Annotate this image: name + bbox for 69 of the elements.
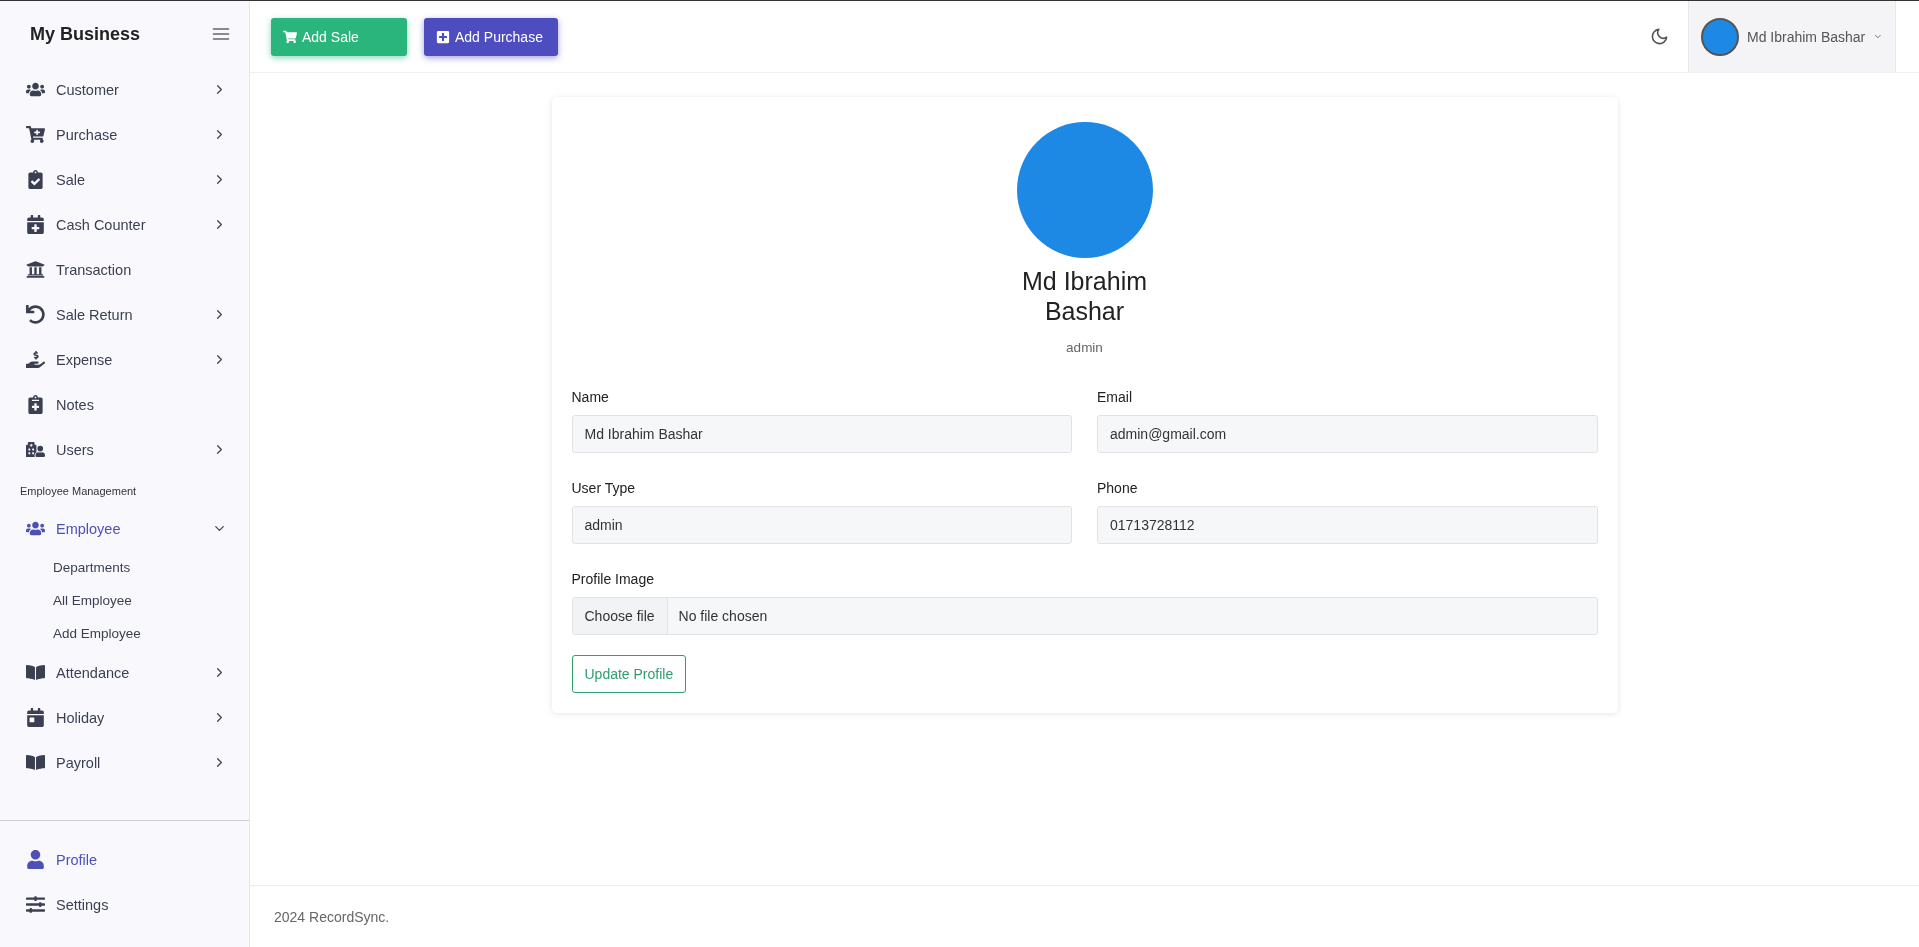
field-label: Name <box>571 389 610 405</box>
sidebar-item[interactable]: Sale Return <box>0 292 249 337</box>
user-menu[interactable]: Md Ibrahim Bashar <box>1688 1 1896 72</box>
update-profile-button[interactable]: Update Profile <box>571 655 687 693</box>
sidebar-item[interactable]: Settings <box>0 882 249 927</box>
sidebar-item[interactable]: Attendance <box>0 650 249 695</box>
users-icon <box>24 519 46 538</box>
input-field[interactable]: admin@gmail.com <box>1097 415 1598 453</box>
choose-file-button[interactable]: Choose file <box>572 598 668 634</box>
sidebar-item[interactable]: Expense <box>0 337 249 382</box>
hand-dollar-icon <box>24 350 46 369</box>
input-field[interactable]: 01713728112 <box>1097 506 1598 544</box>
sidebar-item-label: Sale <box>56 171 87 188</box>
footer-text: 2024 RecordSync. <box>274 908 390 925</box>
input-field[interactable]: Md Ibrahim Bashar <box>571 415 1072 453</box>
sidebar-item-label: Sale Return <box>56 306 134 323</box>
sidebar-item[interactable]: Sale <box>0 157 249 202</box>
sidebar-item-label: Purchase <box>56 126 119 143</box>
file-input[interactable]: Choose file No file chosen <box>571 597 1598 635</box>
sidebar-item-label: Attendance <box>56 664 131 681</box>
sidebar-item-label: Transaction <box>56 261 133 278</box>
field-label: Email <box>1097 389 1133 405</box>
cart-icon <box>283 29 297 44</box>
profile-name: Md Ibrahim Bashar <box>1020 266 1148 326</box>
sidebar-item-label: Expense <box>56 351 114 368</box>
sidebar-item-label: Holiday <box>56 709 106 726</box>
sidebar-item-label: Users <box>56 441 95 458</box>
brand-title: My Business <box>30 23 141 45</box>
field-label: Phone <box>1097 480 1139 496</box>
sidebar-item[interactable]: Profile <box>0 837 249 882</box>
avatar-placeholder <box>1701 17 1739 56</box>
sidebar-item-label: Employee <box>56 520 122 537</box>
sidebar-item[interactable]: Transaction <box>0 247 249 292</box>
book-icon <box>24 753 46 772</box>
sliders-icon <box>24 895 46 914</box>
field-label: User Type <box>571 480 637 496</box>
file-status: No file chosen <box>677 607 769 626</box>
submenu-item[interactable]: Add Employee <box>0 617 249 650</box>
add-purchase-button[interactable]: Add Purchase <box>424 17 558 56</box>
profile-role: admin <box>1066 340 1103 355</box>
user-icon <box>24 850 46 869</box>
sidebar-item[interactable]: Users <box>0 427 249 472</box>
sidebar-item[interactable]: Notes <box>0 382 249 427</box>
undo-icon <box>24 305 46 324</box>
sidebar-item[interactable]: Payroll <box>0 740 249 785</box>
building-user-icon <box>24 440 46 459</box>
sidebar-item-label: Customer <box>56 81 120 98</box>
submenu-item[interactable]: Departments <box>0 551 249 584</box>
sidebar-item-label: Cash Counter <box>56 216 147 233</box>
bank-icon <box>24 260 46 279</box>
section-heading: Employee Management <box>19 484 138 499</box>
submenu-item[interactable]: All Employee <box>0 584 249 617</box>
sidebar-item[interactable]: Holiday <box>0 695 249 740</box>
input-field[interactable]: admin <box>571 506 1072 544</box>
sidebar-item[interactable]: Purchase <box>0 112 249 157</box>
users-icon <box>24 80 46 99</box>
sidebar-item-label: Notes <box>56 396 95 413</box>
sidebar-item-label: Payroll <box>56 754 102 771</box>
cart-plus-icon <box>24 125 46 144</box>
field-label: Profile Image <box>571 571 655 587</box>
sidebar-item[interactable]: Cash Counter <box>0 202 249 247</box>
sidebar-item-label: Settings <box>56 896 110 913</box>
sidebar-item[interactable]: Customer <box>0 67 249 112</box>
calendar-icon <box>24 708 46 727</box>
book-icon <box>24 663 46 682</box>
sidebar-item[interactable]: Employee <box>0 506 249 551</box>
sidebar-item-label: Profile <box>56 851 99 868</box>
moon-icon[interactable] <box>1650 27 1669 46</box>
calendar-plus-icon <box>24 215 46 234</box>
